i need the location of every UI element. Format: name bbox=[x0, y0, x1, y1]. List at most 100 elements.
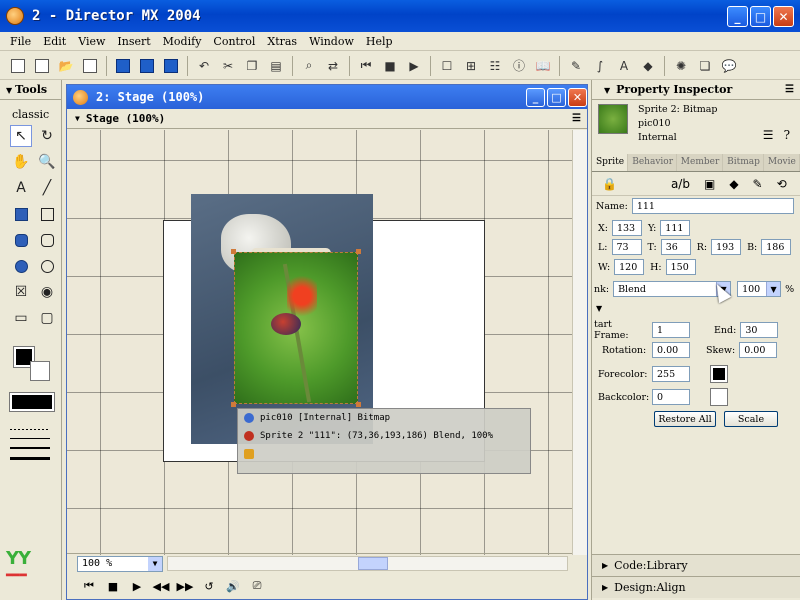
collapse-arrow-icon[interactable]: ▼ bbox=[6, 85, 12, 95]
publish-icon[interactable] bbox=[161, 56, 181, 76]
w-field[interactable]: 120 bbox=[614, 259, 645, 275]
radio-button-tool-icon[interactable]: ◉ bbox=[36, 281, 58, 303]
trails-icon[interactable]: ▣ bbox=[704, 177, 715, 191]
cast-window-icon[interactable]: ⊞ bbox=[461, 56, 481, 76]
pattern-chip[interactable] bbox=[9, 392, 55, 412]
stop-icon[interactable]: ■ bbox=[105, 580, 121, 593]
behavior-icon[interactable]: ✺ bbox=[671, 56, 691, 76]
stage-panel-header[interactable]: ▼ Stage (100%) ☰ bbox=[67, 109, 587, 129]
expand-arrow-icon[interactable]: ▶ bbox=[602, 561, 608, 570]
menu-view[interactable]: View bbox=[72, 35, 111, 48]
moveable-icon[interactable]: ◆ bbox=[729, 177, 738, 191]
volume-icon[interactable]: 🔊 bbox=[225, 580, 241, 593]
end-field[interactable]: 30 bbox=[740, 322, 779, 338]
l-field[interactable]: 73 bbox=[611, 239, 642, 255]
rewind-icon[interactable]: ⏮ bbox=[356, 56, 376, 76]
menu-xtras[interactable]: Xtras bbox=[261, 35, 303, 48]
selection-handle[interactable] bbox=[231, 402, 236, 407]
tools-panel-header[interactable]: ▼ Tools bbox=[0, 80, 61, 100]
scrollbar-thumb[interactable] bbox=[358, 557, 388, 570]
menu-edit[interactable]: Edit bbox=[37, 35, 72, 48]
member-thumbnail[interactable] bbox=[598, 104, 628, 134]
selection-handle[interactable] bbox=[231, 249, 236, 254]
stage-maximize-button[interactable]: □ bbox=[547, 88, 566, 107]
round-rectangle-tool-icon[interactable] bbox=[36, 229, 58, 251]
script-icon[interactable]: ❏ bbox=[695, 56, 715, 76]
property-inspector-header[interactable]: ▼ Property Inspector ☰ bbox=[592, 80, 800, 100]
stage-canvas[interactable]: pic010 [Internal] Bitmap Sprite 2 "111":… bbox=[67, 130, 572, 555]
stage-window-icon[interactable] bbox=[73, 89, 88, 105]
code-library-panel[interactable]: ▶ Code:Library bbox=[592, 554, 800, 576]
field-tool-icon[interactable]: ▭ bbox=[10, 307, 32, 329]
line-width-1[interactable] bbox=[10, 438, 50, 439]
rotation-field[interactable]: 0.00 bbox=[652, 342, 690, 358]
filled-rectangle-tool-icon[interactable] bbox=[10, 203, 32, 225]
push-button-tool-icon[interactable]: ▢ bbox=[36, 307, 58, 329]
background-color-chip[interactable] bbox=[30, 361, 50, 381]
minimize-button[interactable]: _ bbox=[727, 6, 748, 27]
ellipse-tool-icon[interactable] bbox=[36, 255, 58, 277]
open-icon[interactable]: 📂 bbox=[56, 56, 76, 76]
b-field[interactable]: 186 bbox=[761, 239, 792, 255]
tab-behavior[interactable]: Behavior bbox=[628, 154, 677, 171]
copy-icon[interactable]: ❐ bbox=[242, 56, 262, 76]
message-icon[interactable]: 💬 bbox=[719, 56, 739, 76]
menu-control[interactable]: Control bbox=[207, 35, 261, 48]
design-align-panel[interactable]: ▶ Design:Align bbox=[592, 576, 800, 598]
director-app-icon[interactable] bbox=[6, 7, 24, 25]
stage-window-titlebar[interactable]: 2: Stage (100%) _ □ ✕ bbox=[67, 85, 587, 109]
find-icon[interactable]: ⌕ bbox=[299, 56, 319, 76]
selected-frames-icon[interactable]: ⎚ bbox=[249, 579, 265, 593]
t-field[interactable]: 36 bbox=[660, 239, 691, 255]
collapse-arrow-icon[interactable]: ▼ bbox=[75, 114, 80, 123]
flip-icon[interactable]: a/b bbox=[671, 177, 690, 191]
stage-vertical-scrollbar[interactable] bbox=[572, 130, 587, 555]
maximize-button[interactable]: □ bbox=[750, 6, 771, 27]
tab-member[interactable]: Member bbox=[676, 154, 724, 171]
zoom-tool-icon[interactable]: 🔍 bbox=[36, 151, 58, 173]
backcolor-swatch[interactable] bbox=[710, 388, 728, 406]
menu-help[interactable]: Help bbox=[360, 35, 399, 48]
restore-all-button[interactable]: Restore All bbox=[654, 411, 716, 427]
score-icon[interactable]: ☷ bbox=[485, 56, 505, 76]
lock-icon[interactable]: 🔒 bbox=[602, 177, 617, 191]
line-width-2[interactable] bbox=[10, 447, 50, 449]
tab-movie[interactable]: Movie bbox=[763, 154, 800, 171]
paste-icon[interactable]: ▤ bbox=[266, 56, 286, 76]
stage-minimize-button[interactable]: _ bbox=[526, 88, 545, 107]
loop-icon[interactable]: ↺ bbox=[201, 580, 217, 593]
vector-icon[interactable]: ∫ bbox=[590, 56, 610, 76]
selected-sprite-pic010[interactable] bbox=[234, 252, 358, 404]
line-width-dotted[interactable] bbox=[10, 429, 50, 430]
x-field[interactable]: 133 bbox=[611, 220, 642, 236]
section-expander[interactable]: ▼ bbox=[596, 304, 602, 313]
rotate-tool-icon[interactable]: ↻ bbox=[36, 125, 58, 147]
stage-close-button[interactable]: ✕ bbox=[568, 88, 587, 107]
help-icon[interactable]: ? bbox=[784, 128, 790, 142]
save-icon[interactable] bbox=[113, 56, 133, 76]
library-icon[interactable]: 📖 bbox=[533, 56, 553, 76]
panel-options-icon[interactable]: ☰ bbox=[572, 113, 581, 124]
hand-tool-icon[interactable]: ✋ bbox=[10, 151, 32, 173]
new-cast-icon[interactable] bbox=[32, 56, 52, 76]
undo-icon[interactable]: ↶ bbox=[194, 56, 214, 76]
forecolor-field[interactable]: 255 bbox=[652, 366, 690, 382]
shockwave-3d-icon[interactable]: ◆ bbox=[638, 56, 658, 76]
step-back-icon[interactable]: ◀◀ bbox=[153, 580, 170, 593]
info-icon[interactable]: ⓘ bbox=[509, 56, 529, 76]
new-movie-icon[interactable] bbox=[8, 56, 28, 76]
editable-icon[interactable]: ✎ bbox=[753, 177, 763, 191]
chevron-down-icon[interactable]: ▼ bbox=[148, 556, 162, 571]
play-icon[interactable]: ▶ bbox=[404, 56, 424, 76]
stage-horizontal-scrollbar[interactable] bbox=[167, 556, 568, 571]
tab-bitmap[interactable]: Bitmap bbox=[723, 154, 764, 171]
zoom-select[interactable]: 100 % ▼ bbox=[77, 555, 163, 572]
backcolor-field[interactable]: 0 bbox=[652, 389, 690, 405]
stage-icon[interactable]: ☐ bbox=[437, 56, 457, 76]
selection-handle[interactable] bbox=[356, 402, 361, 407]
scale-button[interactable]: Scale bbox=[724, 411, 778, 427]
save-all-icon[interactable] bbox=[137, 56, 157, 76]
filled-ellipse-tool-icon[interactable] bbox=[10, 255, 32, 277]
arrow-tool-icon[interactable]: ↖ bbox=[10, 125, 32, 147]
import-icon[interactable] bbox=[80, 56, 100, 76]
